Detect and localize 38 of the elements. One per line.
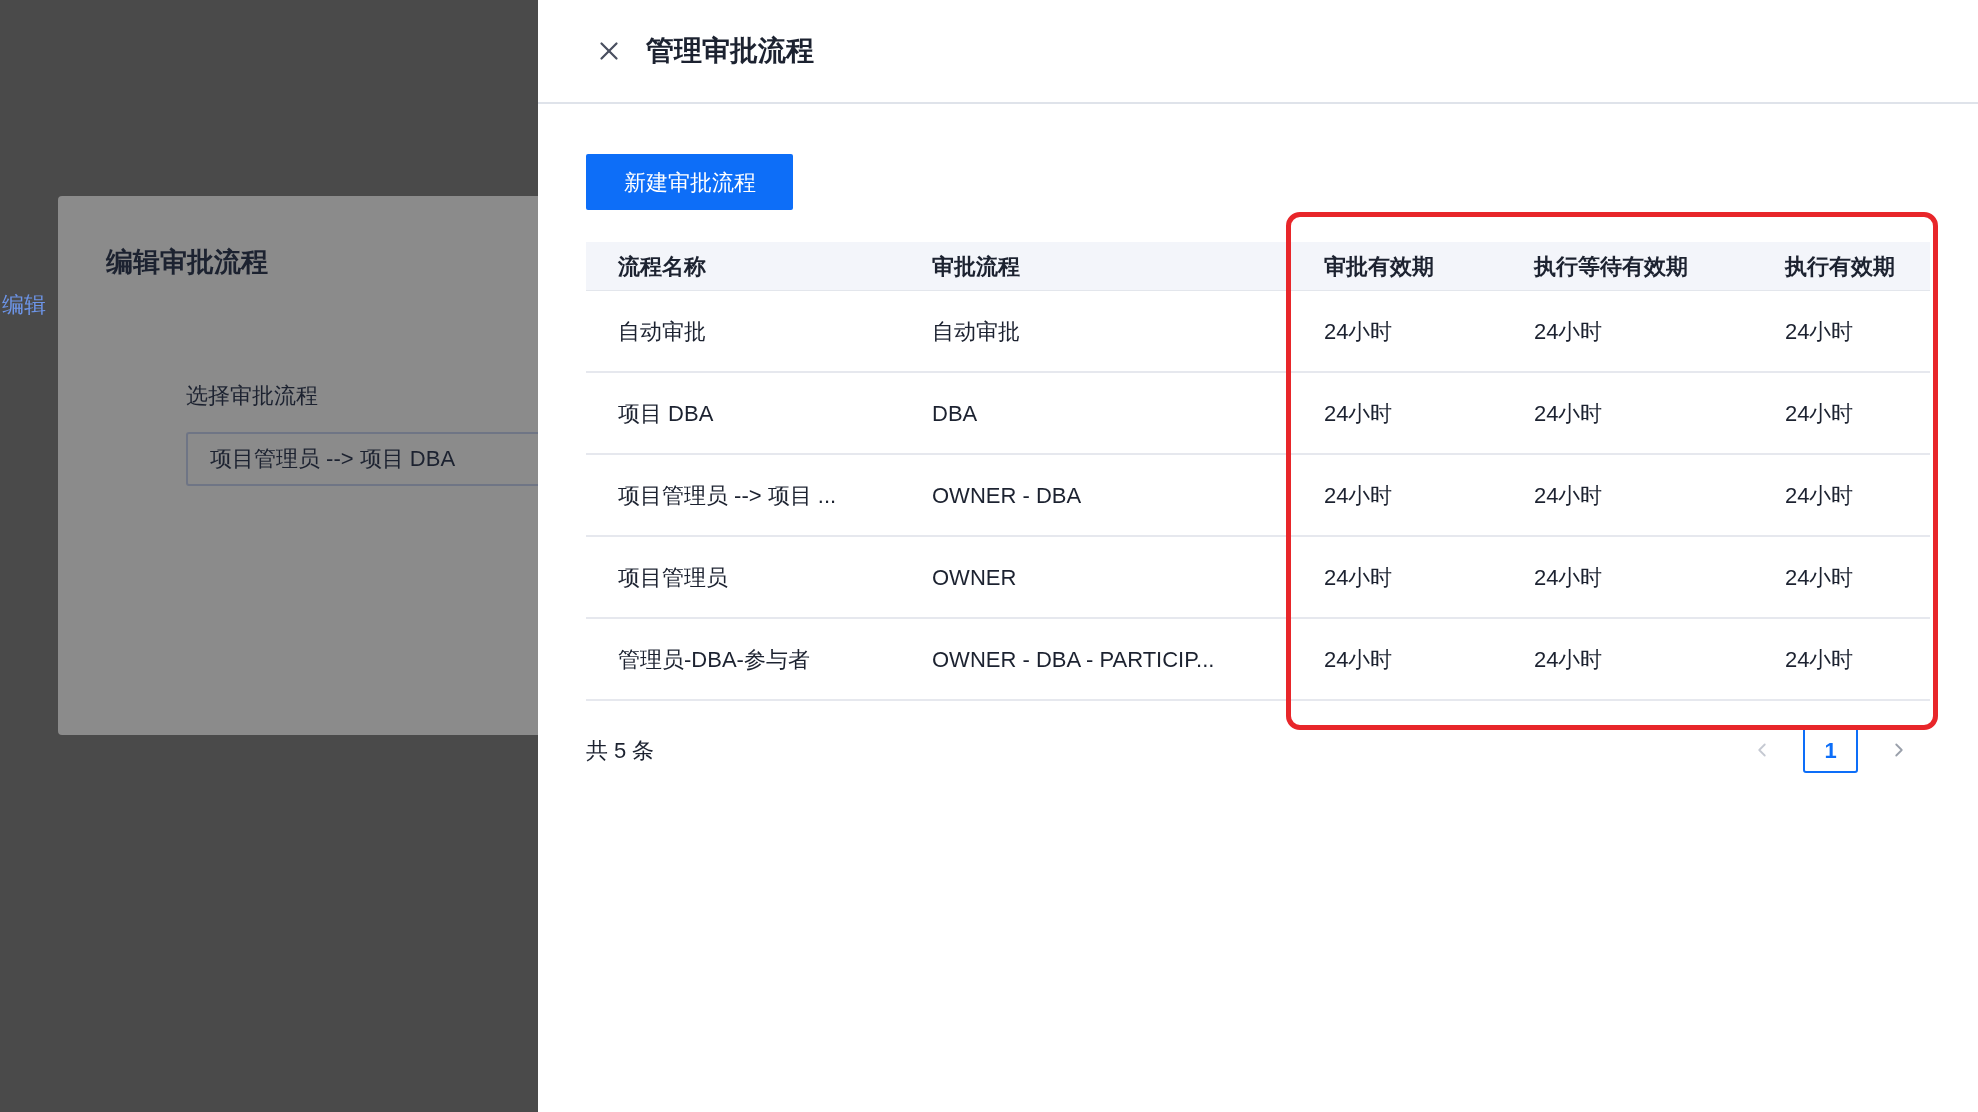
new-flow-button[interactable]: 新建审批流程: [586, 154, 793, 210]
modal-title: 编辑审批流程: [106, 246, 269, 279]
table-cell-text: 24小时: [1533, 563, 1604, 592]
table-cell-text: OWNER - DBA - PARTICIP...: [931, 645, 1216, 674]
table-cell-text: 24小时: [1323, 645, 1394, 674]
table-cell-text: 项目 DBA: [617, 399, 715, 428]
column-header: 审批有效期: [1323, 252, 1435, 281]
total-count: 共 5 条: [586, 736, 655, 765]
table-cell-text: 24小时: [1323, 563, 1394, 592]
table-cell-text: 24小时: [1533, 645, 1604, 674]
table-cell-text: 24小时: [1784, 481, 1855, 510]
select-field[interactable]: 项目管理员 --> 项目 DBA: [186, 431, 538, 486]
edit-link[interactable]: 编辑: [2, 288, 46, 321]
drawer-title: 管理审批流程: [646, 34, 814, 68]
table-cell-text: OWNER: [931, 563, 1018, 592]
table-cell-text: 24小时: [1323, 317, 1394, 346]
column-header: 审批流程: [931, 252, 1021, 281]
table-cell-text: 24小时: [1533, 317, 1604, 346]
table-cell-text: DBA: [931, 399, 979, 428]
table-cell-text: 24小时: [1323, 399, 1394, 428]
page-button[interactable]: 1: [1803, 727, 1858, 773]
table-cell-text: 24小时: [1784, 563, 1855, 592]
table-cell-text: 24小时: [1533, 481, 1604, 510]
table-cell-text: 项目管理员 --> 项目 ...: [617, 481, 838, 510]
table-cell-text: 24小时: [1323, 481, 1394, 510]
table-cell-text: 自动审批: [931, 317, 1021, 346]
column-header: 执行等待有效期: [1532, 252, 1689, 281]
table-cell-text: 项目管理员: [617, 563, 729, 592]
table-cell-text: 24小时: [1784, 399, 1855, 428]
column-header: 流程名称: [617, 252, 707, 281]
field-label: 选择审批流程: [186, 381, 319, 410]
column-header: 执行有效期: [1783, 252, 1896, 281]
table-cell-text: 24小时: [1784, 645, 1855, 674]
table-cell-text: 24小时: [1533, 399, 1604, 428]
table-cell-text: 24小时: [1784, 317, 1855, 346]
table-cell-text: 自动审批: [617, 317, 707, 346]
table-cell-text: OWNER - DBA: [931, 481, 1083, 510]
table-cell-text: 管理员-DBA-参与者: [617, 645, 811, 674]
